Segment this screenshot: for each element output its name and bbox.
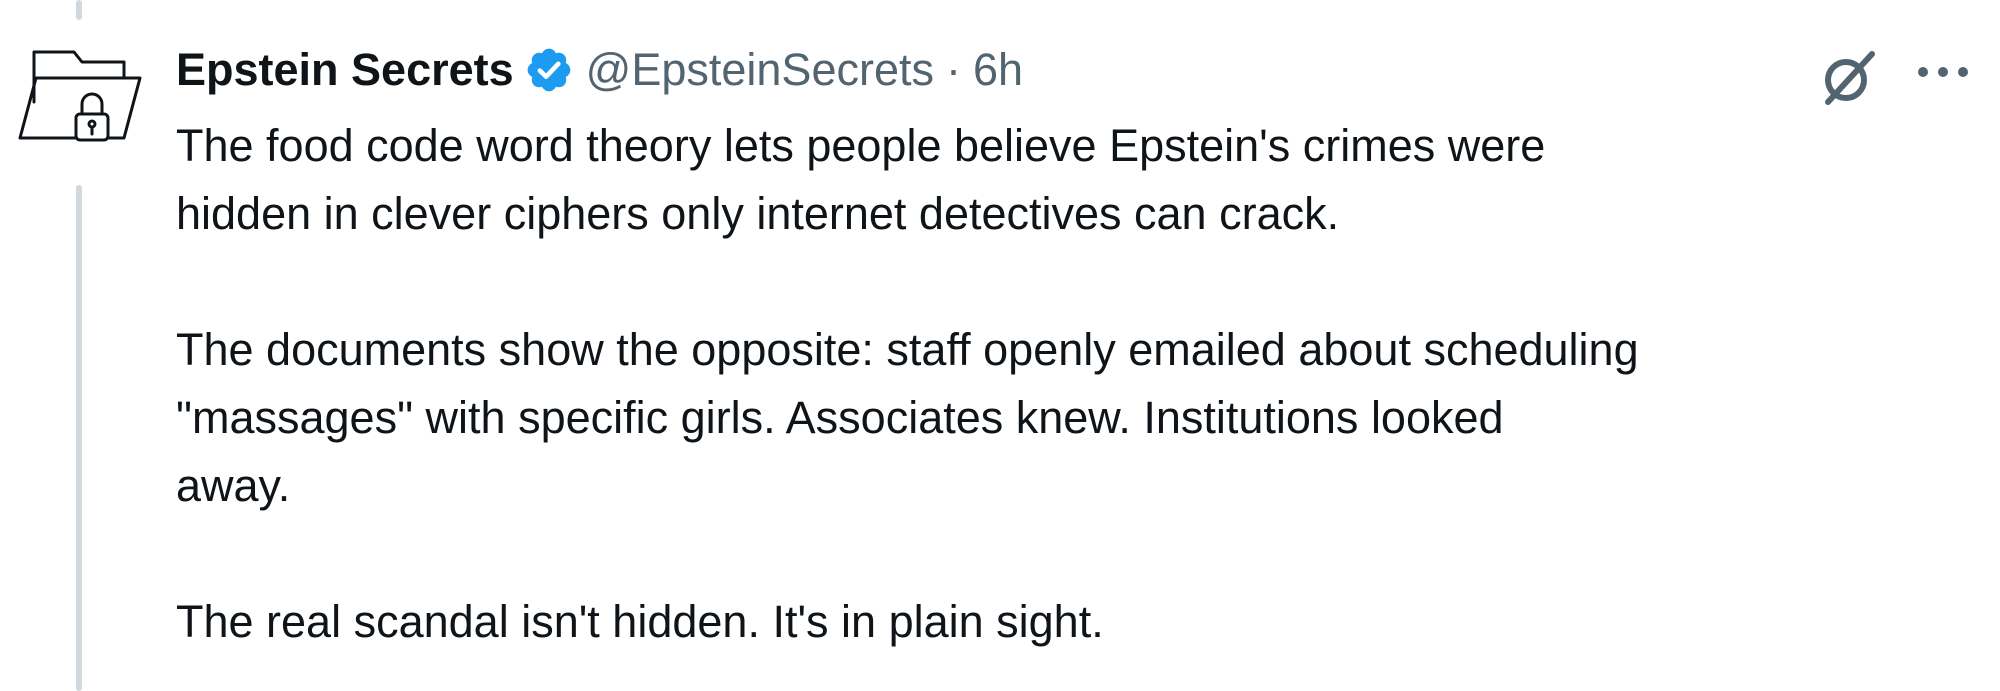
display-name[interactable]: Epstein Secrets	[176, 44, 514, 96]
locked-folder-icon	[18, 50, 142, 142]
separator-dot: ·	[946, 44, 961, 95]
more-options-icon[interactable]	[1912, 62, 1974, 82]
thread-line-bottom	[76, 185, 82, 691]
tweet-paragraph-1: The food code word theory lets people be…	[176, 120, 1546, 239]
user-handle[interactable]: @EpsteinSecrets	[586, 44, 934, 96]
thread-line-top	[76, 0, 82, 20]
tweet-paragraph-2: The documents show the opposite: staff o…	[176, 324, 1639, 511]
verified-badge-icon[interactable]	[524, 45, 574, 95]
tweet-paragraph-3: The real scandal isn't hidden. It's in p…	[176, 596, 1104, 647]
tweet-header: Epstein Secrets @EpsteinSecrets · 6h	[176, 38, 1023, 102]
tweet-text: The food code word theory lets people be…	[176, 112, 1976, 656]
timestamp[interactable]: 6h	[973, 44, 1023, 96]
avatar[interactable]	[12, 42, 152, 152]
grok-icon[interactable]	[1818, 46, 1880, 108]
